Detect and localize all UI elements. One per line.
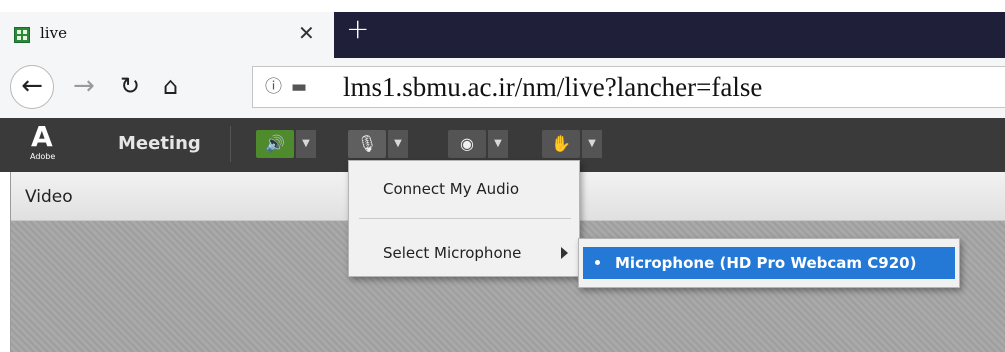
submenu-arrow-icon — [561, 247, 568, 259]
speaker-dropdown[interactable]: ▼ — [296, 130, 316, 158]
speaker-icon[interactable]: 🔊 — [256, 130, 294, 158]
forward-button[interactable]: → — [73, 71, 95, 101]
select-microphone-label: Select Microphone — [383, 244, 522, 262]
webcam-icon[interactable]: ◉ — [448, 130, 486, 158]
permissions-icon[interactable]: ▬ — [291, 77, 307, 97]
tab-strip-background — [334, 12, 1005, 58]
connect-my-audio-item[interactable]: Connect My Audio — [349, 169, 579, 209]
adobe-logo-text: Adobe — [30, 152, 56, 161]
address-bar[interactable]: ⓘ ▬ lms1.sbmu.ac.ir/nm/live?lancher=fals… — [252, 66, 1005, 108]
meeting-menu[interactable]: Meeting — [118, 132, 201, 156]
microphone-submenu: Microphone (HD Pro Webcam C920) — [578, 238, 960, 288]
browser-tab[interactable]: live ✕ — [0, 12, 334, 59]
adobe-logo-icon: A — [31, 120, 53, 153]
adobe-logo: A Adobe — [28, 120, 62, 164]
video-pod-title: Video — [25, 187, 73, 207]
home-button[interactable]: ⌂ — [163, 71, 178, 101]
reload-button[interactable]: ↻ — [120, 71, 140, 101]
menu-divider — [359, 218, 571, 219]
site-favicon-icon — [14, 27, 30, 43]
info-icon[interactable]: ⓘ — [265, 76, 282, 98]
status-dropdown[interactable]: ▼ — [582, 130, 602, 158]
new-tab-button[interactable]: + — [346, 14, 369, 44]
microphone-option-label: Microphone (HD Pro Webcam C920) — [615, 254, 917, 272]
select-microphone-item[interactable]: Select Microphone — [349, 233, 579, 273]
toolbar-divider — [230, 126, 231, 162]
browser-tab-strip: live ✕ + — [0, 0, 1005, 59]
tab-close-icon[interactable]: ✕ — [298, 21, 315, 45]
selected-bullet-icon — [595, 260, 600, 265]
microphone-option[interactable]: Microphone (HD Pro Webcam C920) — [583, 247, 955, 279]
connect-my-audio-label: Connect My Audio — [383, 180, 520, 198]
browser-nav-bar: ← → ↻ ⌂ ⓘ ▬ lms1.sbmu.ac.ir/nm/live?lanc… — [0, 58, 1005, 118]
microphone-icon[interactable]: 🎙 — [348, 130, 386, 158]
microphone-menu: Connect My Audio Select Microphone — [348, 160, 580, 277]
microphone-dropdown[interactable]: ▼ — [388, 130, 408, 158]
url-text[interactable]: lms1.sbmu.ac.ir/nm/live?lancher=false — [343, 72, 762, 102]
raise-hand-icon[interactable]: ✋ — [542, 130, 580, 158]
webcam-dropdown[interactable]: ▼ — [488, 130, 508, 158]
tab-title: live — [40, 24, 67, 42]
back-button[interactable]: ← — [10, 65, 54, 109]
